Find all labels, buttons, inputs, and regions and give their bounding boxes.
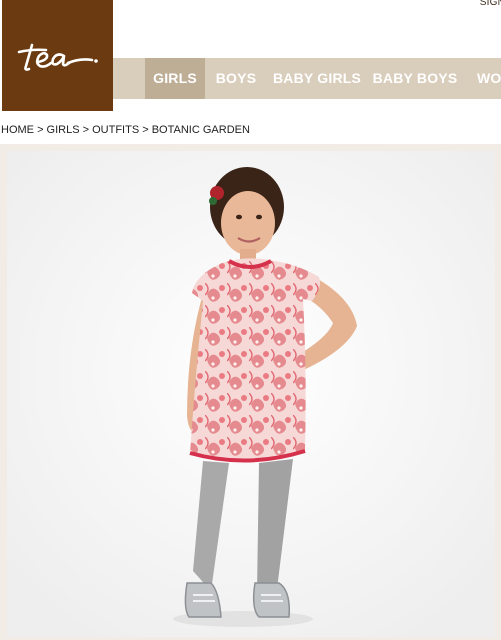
tab-baby-girls[interactable]: BABY GIRLS bbox=[267, 58, 367, 99]
main-nav: GIRLS BOYS BABY GIRLS BABY BOYS WO bbox=[113, 58, 501, 99]
tea-logo-icon bbox=[17, 43, 98, 71]
nav-spacer bbox=[113, 58, 145, 99]
breadcrumb: HOME > GIRLS > OUTFITS > BOTANIC GARDEN bbox=[1, 124, 250, 136]
tab-girls[interactable]: GIRLS bbox=[145, 58, 205, 99]
brand-logo[interactable] bbox=[2, 0, 113, 111]
breadcrumb-current: BOTANIC GARDEN bbox=[151, 124, 250, 136]
product-image[interactable] bbox=[7, 151, 495, 637]
breadcrumb-girls[interactable]: GIRLS bbox=[47, 124, 80, 136]
breadcrumb-outfits[interactable]: OUTFITS bbox=[92, 124, 139, 136]
breadcrumb-separator: > bbox=[142, 124, 152, 136]
tab-women[interactable]: WO bbox=[463, 58, 501, 99]
tab-boys[interactable]: BOYS bbox=[205, 58, 267, 99]
sign-in-link[interactable]: SIGN bbox=[480, 0, 501, 8]
breadcrumb-separator: > bbox=[37, 124, 47, 136]
breadcrumb-home[interactable]: HOME bbox=[1, 124, 34, 136]
tab-baby-boys[interactable]: BABY BOYS bbox=[367, 58, 463, 99]
model-photo-icon bbox=[7, 151, 495, 637]
breadcrumb-separator: > bbox=[82, 124, 93, 136]
